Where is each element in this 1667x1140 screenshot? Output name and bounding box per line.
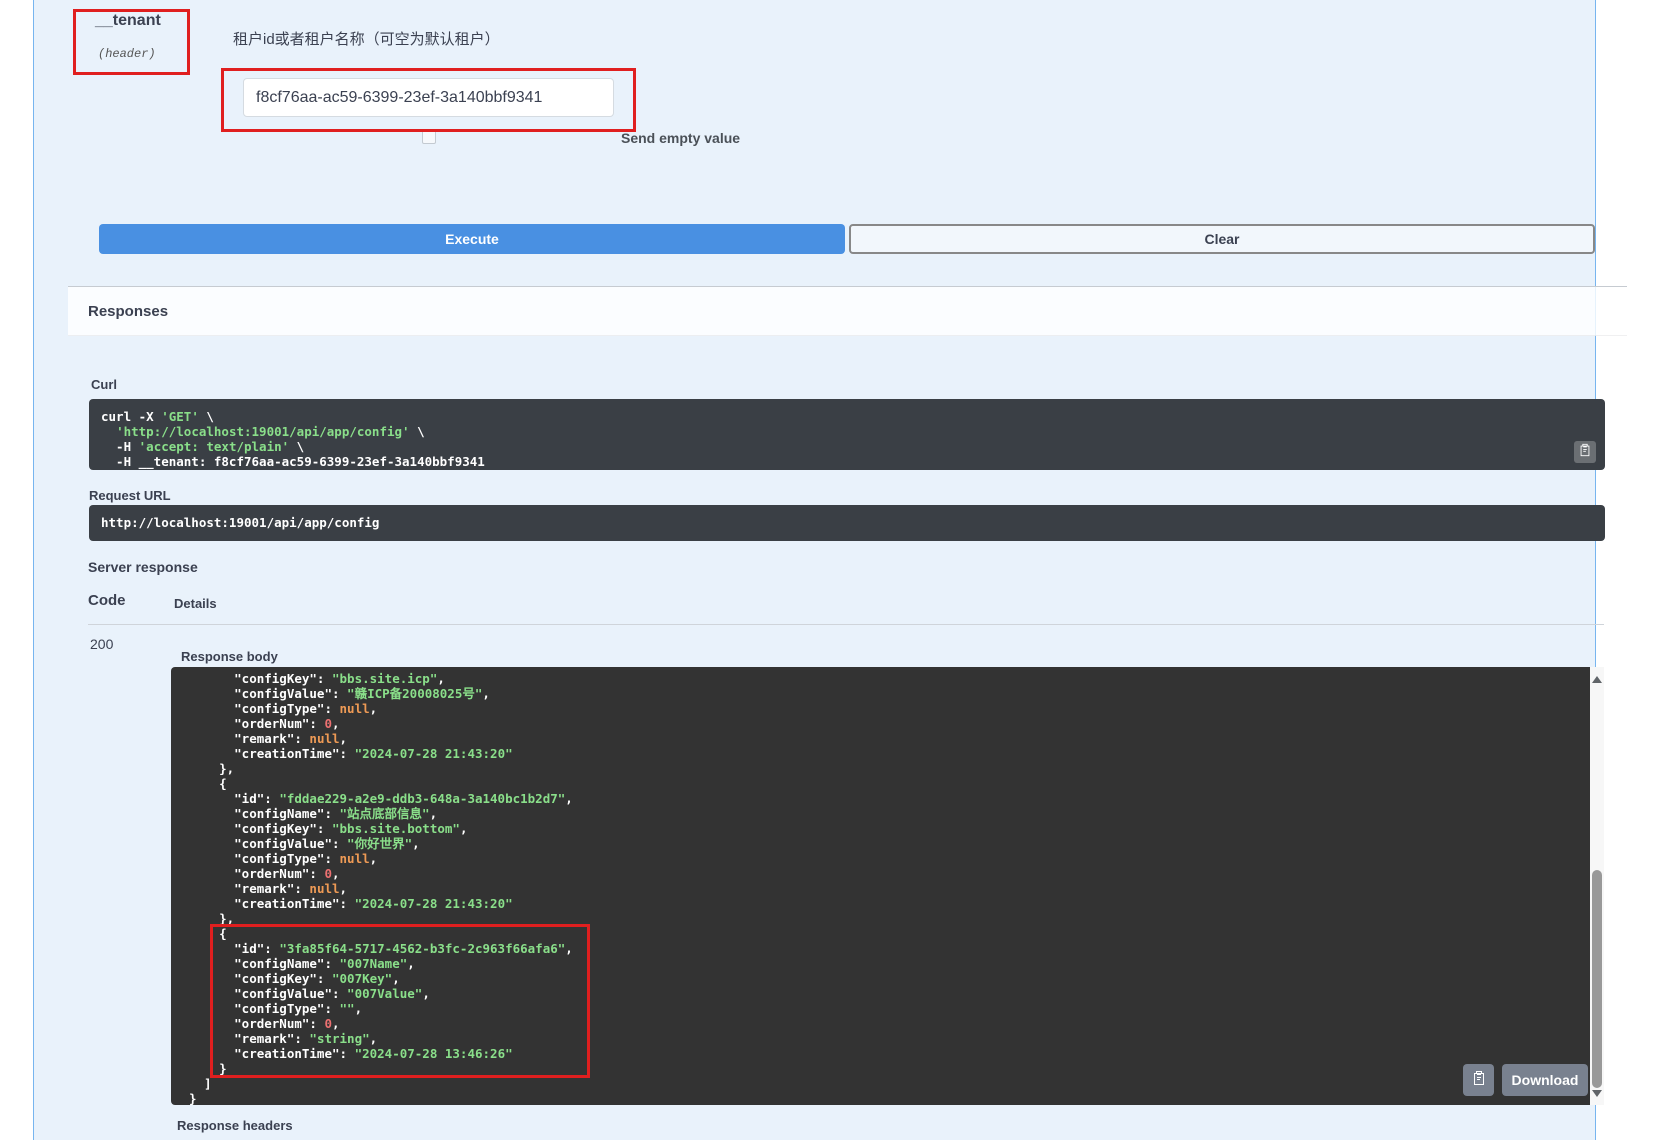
response-body-label: Response body <box>181 649 278 664</box>
request-url-value: http://localhost:19001/api/app/config <box>89 505 1605 541</box>
server-response-label: Server response <box>88 559 198 575</box>
code-column-header: Code <box>88 592 126 609</box>
scroll-down-arrow-icon[interactable] <box>1592 1090 1602 1097</box>
send-empty-value-checkbox[interactable] <box>422 130 436 144</box>
download-button[interactable]: Download <box>1502 1064 1588 1096</box>
scrollbar-thumb[interactable] <box>1592 870 1602 1088</box>
annotation-box-parameter-name <box>73 9 190 75</box>
curl-label: Curl <box>91 377 117 392</box>
parameter-description: 租户id或者租户名称（可空为默认租户） <box>233 28 500 49</box>
clear-button[interactable]: Clear <box>849 224 1595 254</box>
status-code: 200 <box>90 636 113 652</box>
curl-copy-button[interactable] <box>1574 441 1596 463</box>
scroll-up-arrow-icon[interactable] <box>1592 676 1602 683</box>
responses-section-header: Responses <box>68 286 1627 336</box>
clipboard-icon <box>1578 443 1592 462</box>
execute-button[interactable]: Execute <box>99 224 845 254</box>
annotation-box-json-object <box>210 924 590 1078</box>
annotation-box-tenant-input <box>221 68 636 132</box>
swagger-ui-screen: __tenant (header) 租户id或者租户名称（可空为默认租户） Se… <box>0 0 1667 1140</box>
response-headers-label: Response headers <box>177 1118 293 1133</box>
table-divider <box>88 624 1604 625</box>
curl-command: curl -X 'GET' \ 'http://localhost:19001/… <box>89 399 1605 470</box>
details-column-header: Details <box>174 596 217 611</box>
send-empty-value-label: Send empty value <box>621 130 740 146</box>
responses-title: Responses <box>88 303 168 320</box>
clipboard-icon <box>1471 1070 1487 1091</box>
request-url-label: Request URL <box>89 488 171 503</box>
response-copy-button[interactable] <box>1463 1064 1494 1096</box>
operation-block: __tenant (header) 租户id或者租户名称（可空为默认租户） Se… <box>33 0 1596 1140</box>
